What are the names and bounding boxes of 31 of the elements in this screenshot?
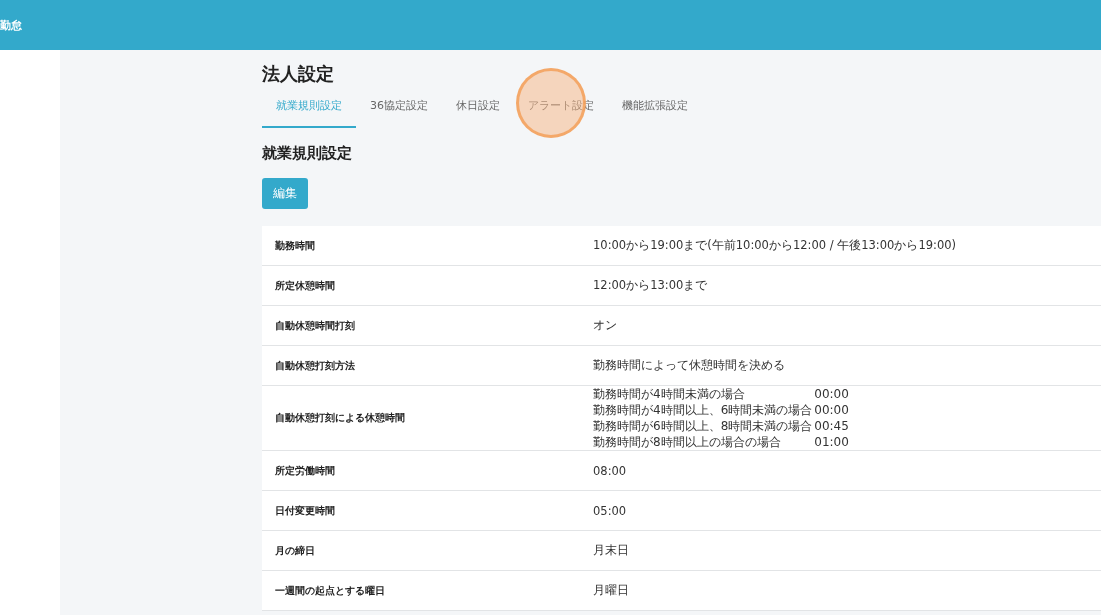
break-time: 00:00 (814, 386, 849, 402)
setting-value: 月末日 (593, 543, 629, 558)
break-time: 00:45 (814, 418, 849, 434)
setting-value: 勤務時間によって休憩時間を決める (593, 358, 785, 373)
break-time: 01:00 (814, 434, 849, 450)
setting-value: 08:00 (593, 463, 627, 478)
setting-label: 自動休憩時間打刻 (274, 318, 356, 333)
break-condition: 勤務時間が4時間未満の場合 (593, 386, 746, 402)
break-condition: 勤務時間が4時間以上、6時間未満の場合 (593, 402, 813, 418)
setting-label: 月の締日 (274, 543, 316, 558)
setting-label: 日付変更時間 (274, 503, 336, 518)
break-condition: 勤務時間が6時間以上、8時間未満の場合 (593, 418, 813, 434)
setting-value: 10:00から19:00まで(午前10:00から12:00 / 午後13:00から19:00) (593, 238, 956, 253)
setting-label: 所定休憩時間 (274, 278, 336, 293)
app-title: 勤怠 (0, 17, 22, 33)
section-title: 就業規則設定 (262, 144, 352, 163)
setting-value: オン (593, 318, 617, 333)
setting-label: 自動休憩打刻方法 (274, 358, 356, 373)
tab[interactable]: 休日設定 (442, 90, 514, 128)
setting-label: 自動休憩打刻による休憩時間 (274, 411, 406, 425)
setting-value: 月曜日 (593, 583, 629, 598)
setting-value: 12:00から13:00まで (593, 278, 708, 293)
setting-label: 勤務時間 (274, 238, 316, 253)
page-title: 法人設定 (262, 62, 334, 86)
setting-value: 05:00 (593, 503, 627, 518)
tab[interactable]: 36協定設定 (356, 90, 442, 128)
tab[interactable]: 機能拡張設定 (608, 90, 702, 128)
break-condition: 勤務時間が8時間以上の場合の場合 (593, 434, 782, 450)
setting-label: 一週間の起点とする曜日 (274, 583, 386, 598)
break-time: 00:00 (814, 402, 849, 418)
setting-label: 所定労働時間 (274, 463, 336, 478)
